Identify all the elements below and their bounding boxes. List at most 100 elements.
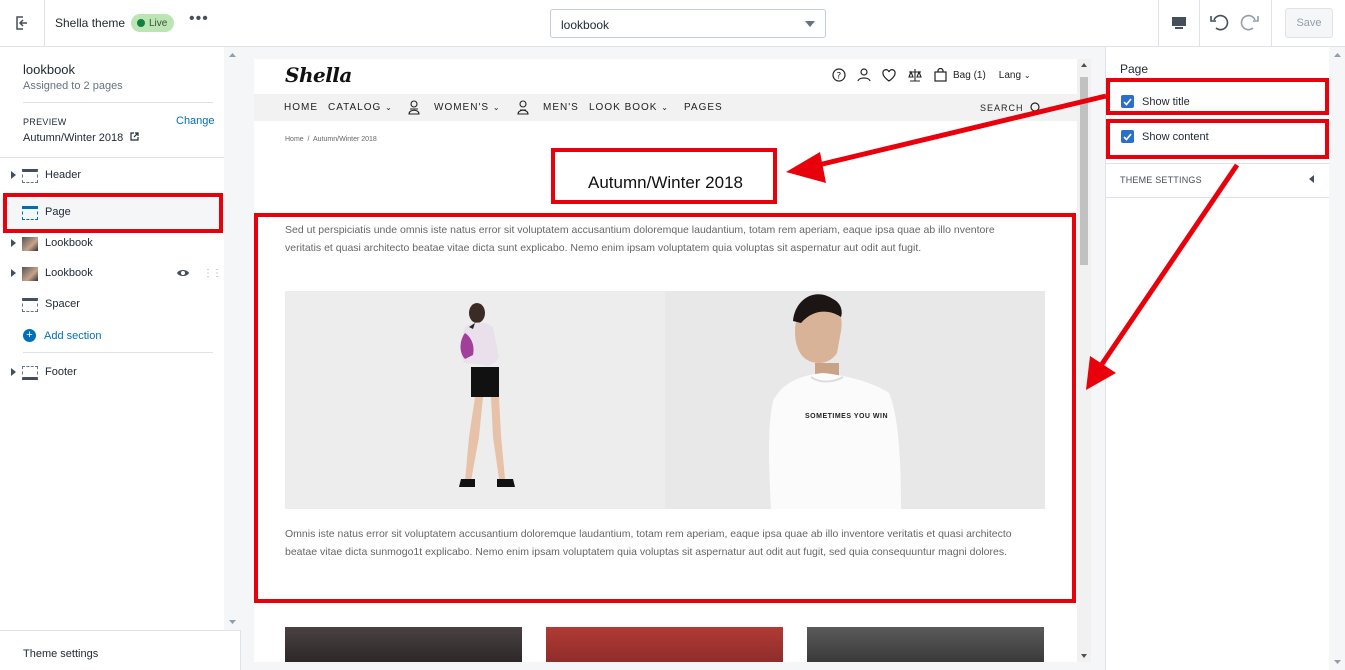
scroll-up-icon	[229, 53, 236, 57]
chevron-down-icon: ⌄	[661, 103, 669, 112]
divider	[23, 352, 213, 353]
scroll-thumb[interactable]	[1080, 77, 1088, 265]
undo-icon	[1210, 14, 1229, 31]
annotation-box-page-content	[254, 213, 1076, 603]
scroll-down-icon	[229, 620, 236, 624]
nav-label: CATALOG	[328, 102, 382, 113]
more-actions-button[interactable]: •••	[189, 10, 209, 28]
chevron-down-icon	[805, 21, 815, 27]
theme-settings-header[interactable]: THEME SETTINGS	[1120, 175, 1202, 185]
plus-circle-icon: +	[23, 329, 36, 342]
add-section-button[interactable]: + Add section	[23, 329, 101, 342]
section-header[interactable]: Header	[0, 161, 224, 191]
expand-arrow-icon[interactable]	[11, 239, 16, 247]
section-lookbook-1[interactable]: Lookbook	[0, 229, 224, 259]
nav-pages[interactable]: PAGES	[684, 102, 723, 113]
scroll-up-icon	[1081, 63, 1087, 67]
svg-text:?: ?	[837, 72, 842, 82]
sidebar-scrollbar[interactable]	[224, 47, 241, 630]
chevron-down-icon: ⌄	[492, 103, 501, 112]
divider	[1106, 197, 1329, 198]
nav-lookbook[interactable]: LOOK BOOK ⌄	[589, 102, 669, 113]
header-section-icon	[22, 169, 38, 183]
theme-settings-link[interactable]: Theme settings	[23, 648, 98, 660]
nav-catalog[interactable]: CATALOG ⌄	[328, 102, 393, 113]
lookbook-tile-image[interactable]	[285, 627, 522, 662]
add-section-label: Add section	[44, 329, 102, 342]
exit-button[interactable]	[0, 0, 45, 46]
live-badge: Live	[131, 14, 175, 32]
section-lookbook-2[interactable]: Lookbook ⋮⋮	[0, 259, 224, 289]
save-area: Save	[1271, 0, 1345, 46]
expand-arrow-icon[interactable]	[11, 368, 16, 376]
redo-icon	[1240, 14, 1259, 31]
section-label: Spacer	[45, 298, 80, 310]
section-label: Header	[45, 169, 82, 181]
annotation-box-show-title	[1106, 78, 1329, 115]
scroll-down-icon	[1334, 660, 1341, 664]
scroll-down-icon	[1081, 654, 1087, 658]
chevron-down-icon: ⌄	[385, 103, 393, 112]
template-subtitle: Assigned to 2 pages	[23, 80, 123, 92]
nav-label: MEN'S	[543, 102, 579, 113]
wishlist-heart-icon[interactable]	[882, 68, 896, 82]
save-button[interactable]: Save	[1285, 8, 1333, 38]
nav-label: WOMEN'S	[434, 102, 490, 113]
nav-label: LOOK BOOK	[589, 102, 658, 113]
preview-value[interactable]: Autumn/Winter 2018	[23, 132, 139, 144]
bag-button[interactable]: Bag (1)	[934, 68, 986, 82]
bag-label: Bag (1)	[953, 69, 986, 81]
preview-scrollbar[interactable]	[1077, 59, 1091, 662]
breadcrumb[interactable]: Home / Autumn/Winter 2018	[285, 136, 377, 143]
theme-settings-footer[interactable]: Theme settings	[0, 630, 241, 670]
expand-arrow-icon[interactable]	[11, 269, 16, 277]
live-label: Live	[149, 17, 168, 29]
lookbook-tile-image[interactable]	[546, 627, 783, 662]
page-template-value: lookbook	[561, 18, 610, 32]
spacer-section-icon	[22, 298, 38, 312]
redo-button[interactable]	[1240, 12, 1260, 37]
undo-button[interactable]	[1209, 12, 1229, 37]
theme-name: Shella theme	[55, 16, 126, 30]
divider	[1106, 163, 1329, 164]
shopping-bag-icon	[934, 68, 947, 82]
compare-scale-icon[interactable]	[907, 68, 923, 82]
annotation-box-page-title	[551, 148, 777, 204]
man-figure-icon	[517, 100, 529, 115]
search-icon	[1029, 102, 1041, 114]
device-preview-button[interactable]	[1158, 0, 1200, 46]
change-preview-link[interactable]: Change	[176, 115, 215, 127]
preview-value-text: Autumn/Winter 2018	[23, 132, 124, 144]
annotation-box-page-section	[3, 193, 223, 233]
section-label: Lookbook	[45, 267, 93, 279]
nav-home[interactable]: HOME	[284, 102, 318, 113]
divider	[0, 157, 224, 158]
nav-womens[interactable]: WOMEN'S ⌄	[434, 102, 501, 113]
divider	[23, 102, 213, 103]
chevron-down-icon: ⌄	[1023, 70, 1031, 80]
section-footer[interactable]: Footer	[0, 358, 224, 388]
drag-handle-icon[interactable]: ⋮⋮	[203, 268, 222, 279]
lookbook-tile-image[interactable]	[807, 627, 1044, 662]
section-spacer[interactable]: Spacer	[0, 290, 224, 320]
nav-label: HOME	[284, 102, 318, 113]
expand-arrow-icon[interactable]	[11, 171, 16, 179]
search-label: SEARCH	[980, 103, 1024, 113]
nav-mens[interactable]: MEN'S	[543, 102, 579, 113]
lookbook-thumbnail-icon	[22, 267, 38, 281]
language-label: Lang	[998, 69, 1022, 81]
exit-icon	[16, 16, 27, 30]
external-link-icon	[130, 132, 139, 141]
live-dot-icon	[137, 19, 145, 27]
chevron-left-icon[interactable]	[1309, 175, 1314, 183]
nav-label: PAGES	[684, 102, 723, 113]
store-navigation: HOME CATALOG ⌄ WOMEN'S ⌄ MEN'S LOOK BOOK…	[254, 94, 1077, 121]
language-selector[interactable]: Lang ⌄	[999, 70, 1031, 81]
search-button[interactable]: SEARCH	[980, 102, 1042, 114]
account-icon[interactable]	[857, 68, 871, 82]
page-template-select[interactable]: lookbook	[550, 9, 826, 38]
eye-icon[interactable]	[176, 267, 190, 279]
settings-scrollbar[interactable]	[1329, 47, 1345, 670]
store-logo[interactable]: Shella	[285, 63, 352, 87]
help-icon[interactable]: ?	[832, 68, 846, 82]
